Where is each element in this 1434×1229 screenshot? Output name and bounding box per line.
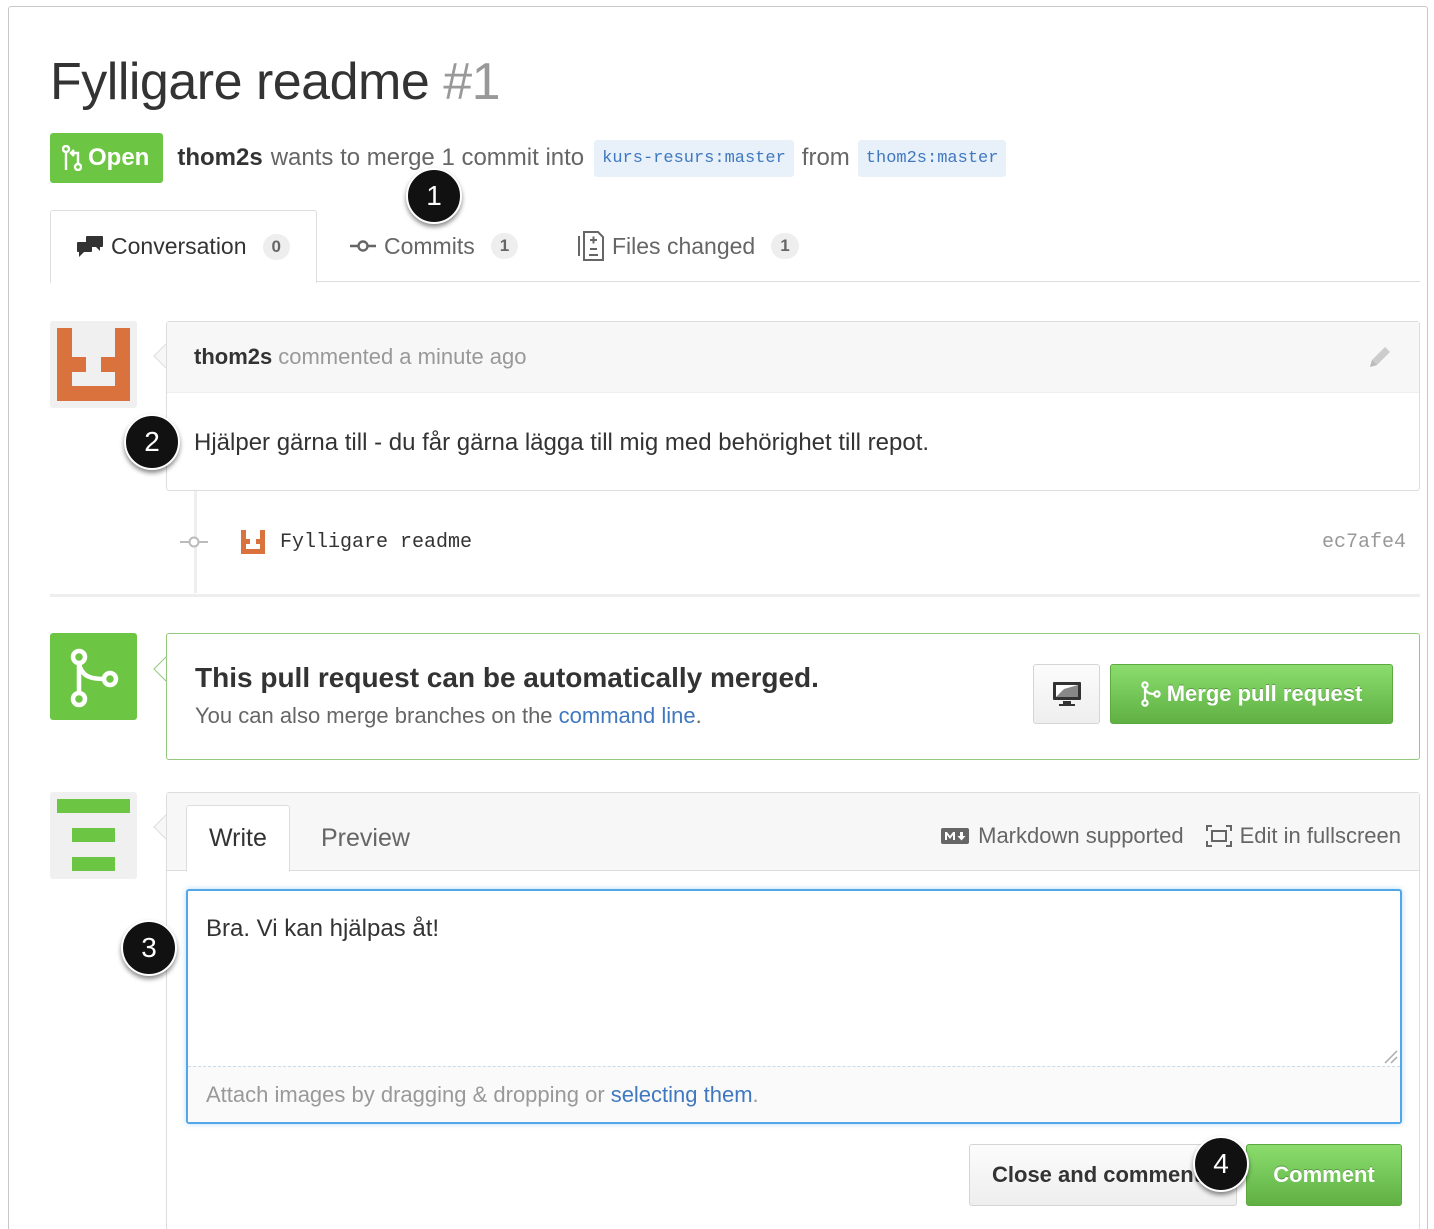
head-branch: thom2s:master <box>857 139 1007 177</box>
commit-message-link[interactable]: Fylligare readme <box>280 531 472 554</box>
pr-tabs: Conversation 0 Commits 1 Files changed 1 <box>50 210 1420 283</box>
identicon-orange <box>50 321 137 408</box>
commit-icon <box>350 240 376 252</box>
merge-pull-request-button[interactable]: Merge pull request <box>1110 664 1393 724</box>
avatar[interactable] <box>50 321 137 408</box>
comment-button[interactable]: Comment <box>1246 1144 1402 1206</box>
merge-subtitle-text: You can also merge branches on the <box>195 703 553 728</box>
merge-button-label: Merge pull request <box>1166 681 1363 706</box>
tab-commits-label: Commits <box>384 232 475 259</box>
tab-preview[interactable]: Preview <box>321 805 410 871</box>
status-badge: Open <box>50 133 164 183</box>
pr-meta: Open thom2s wants to merge 1 commit into… <box>50 133 1014 183</box>
commit-icon <box>180 536 208 548</box>
comment-textarea-value: Bra. Vi kan hjälpas åt! <box>206 915 440 942</box>
markdown-supported-link[interactable]: Markdown supported <box>978 823 1183 849</box>
step-marker-4: 4 <box>1193 1136 1249 1192</box>
commit-sha-link[interactable]: ec7afe4 <box>1322 531 1406 554</box>
attach-images-suffix: . <box>752 1081 759 1107</box>
identicon-green <box>50 792 137 879</box>
merge-box: This pull request can be automatically m… <box>166 633 1420 760</box>
step-marker-1: 1 <box>406 168 462 224</box>
file-diff-icon <box>578 231 604 261</box>
tab-conversation-label: Conversation <box>111 233 247 259</box>
open-desktop-button[interactable] <box>1033 664 1100 724</box>
timeline-divider <box>50 594 1420 597</box>
desktop-icon <box>1052 682 1081 706</box>
step-marker-3: 3 <box>121 920 177 976</box>
resize-handle-icon[interactable] <box>1382 1048 1398 1064</box>
comment-timestamp: commented a minute ago <box>278 344 527 369</box>
comment-discussion-icon <box>77 235 103 257</box>
comment-textarea[interactable]: Bra. Vi kan hjälpas åt! Attach images by… <box>186 889 1402 1124</box>
form-help-links: Markdown supported Edit in fullscreen <box>940 823 1401 849</box>
comment-header: thom2s commented a minute ago <box>167 322 1419 393</box>
pr-number: #1 <box>443 53 501 111</box>
fullscreen-icon <box>1205 825 1232 847</box>
pr-title-text: Fylligare readme <box>50 53 430 111</box>
tab-conversation[interactable]: Conversation 0 <box>50 210 317 283</box>
current-user-avatar[interactable] <box>50 792 137 879</box>
attach-images-text: Attach images by dragging & dropping or <box>206 1081 605 1107</box>
tab-commits-count: 1 <box>490 233 519 259</box>
git-merge-icon <box>70 648 119 708</box>
edit-fullscreen-link[interactable]: Edit in fullscreen <box>1240 823 1401 849</box>
status-label: Open <box>88 144 150 171</box>
tab-files-label: Files changed <box>612 232 756 259</box>
tab-conversation-count: 0 <box>262 233 290 260</box>
pull-request-icon <box>62 145 82 171</box>
from-text: from <box>801 144 850 171</box>
comment-author-link[interactable]: thom2s <box>194 344 272 370</box>
git-merge-icon <box>1141 681 1161 707</box>
tab-files-count: 1 <box>771 233 799 259</box>
step-marker-2: 2 <box>124 414 180 470</box>
merge-subtitle-suffix: . <box>695 703 702 728</box>
pencil-icon[interactable] <box>1367 344 1393 370</box>
page-title: Fylligare readme #1 <box>50 52 501 112</box>
attach-images-area[interactable]: Attach images by dragging & dropping or … <box>188 1066 1400 1122</box>
markdown-icon <box>941 828 970 844</box>
command-line-link[interactable]: command line <box>559 703 696 728</box>
select-images-link[interactable]: selecting them <box>611 1082 753 1108</box>
merge-status-icon-box <box>50 633 137 720</box>
commit-author-avatar[interactable] <box>240 529 266 555</box>
base-branch: kurs-resurs:master <box>594 139 794 177</box>
comment-box: thom2s commented a minute ago Hjälper gä… <box>166 321 1420 491</box>
pr-author-link[interactable]: thom2s <box>177 144 262 172</box>
form-header: Write Preview Markdown supported Edit in… <box>167 793 1419 872</box>
commit-row: Fylligare readme ec7afe4 <box>180 522 1410 562</box>
merge-subtitle: You can also merge branches on the comma… <box>195 703 702 729</box>
tab-write[interactable]: Write <box>186 805 290 872</box>
merge-title: This pull request can be automatically m… <box>195 662 819 693</box>
tab-files-changed[interactable]: Files changed 1 <box>578 210 799 282</box>
comment-body: Hjälper gärna till - du får gärna lägga … <box>194 429 930 456</box>
